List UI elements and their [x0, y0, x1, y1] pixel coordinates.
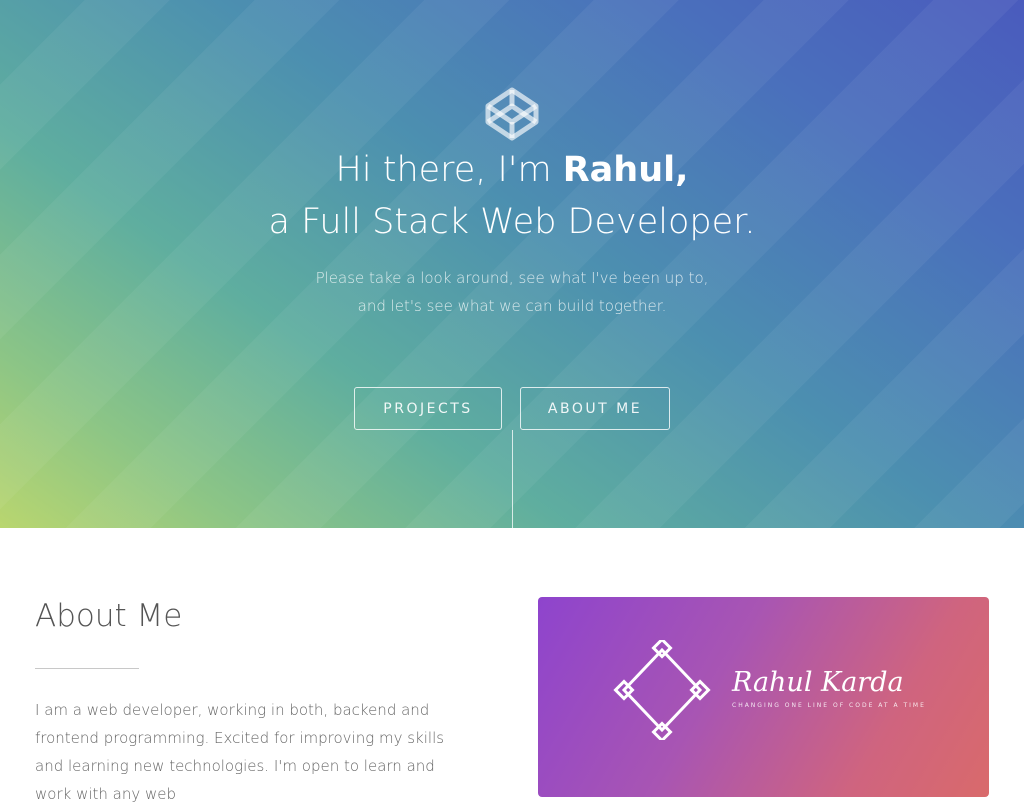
role-text: a Full Stack Web Developer.: [268, 202, 756, 242]
projects-button[interactable]: PROJECTS: [354, 387, 502, 430]
tagline-line-2: and let's see what we can build together…: [357, 297, 667, 315]
about-divider: [35, 668, 139, 669]
hero-section: Hi there, I'm Rahul, a Full Stack Web De…: [0, 0, 1024, 528]
about-title: About Me: [35, 598, 183, 634]
about-text: I am a web developer, working in both, b…: [35, 701, 445, 803]
diamond-logo-icon: [613, 640, 711, 740]
brand-name: Rahul Karda: [732, 667, 904, 698]
scroll-divider-line: [512, 430, 513, 528]
tagline-line-1: Please take a look around, see what I've…: [315, 269, 709, 287]
brand-tagline: CHANGING ONE LINE OF CODE AT A TIME: [732, 702, 926, 709]
brand-card: Rahul Karda CHANGING ONE LINE OF CODE AT…: [538, 597, 989, 797]
about-me-button[interactable]: ABOUT ME: [520, 387, 670, 430]
codepen-icon[interactable]: [484, 86, 540, 142]
hero-headline: Hi there, I'm Rahul, a Full Stack Web De…: [0, 144, 1024, 248]
hero-tagline: Please take a look around, see what I've…: [0, 264, 1024, 320]
name-text: Rahul,: [562, 150, 689, 190]
greeting-text: Hi there, I'm: [335, 150, 563, 190]
